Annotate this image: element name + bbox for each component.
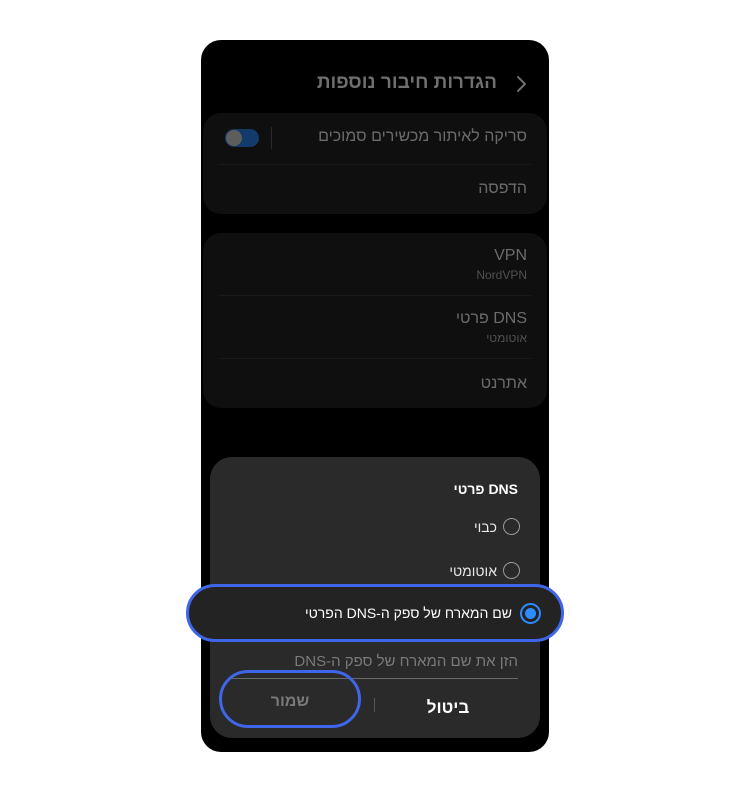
dialog-title: DNS פרטי: [453, 481, 518, 497]
button-divider: [374, 698, 375, 712]
private-dns-label: DNS פרטי: [455, 310, 527, 327]
back-chevron-icon[interactable]: [513, 74, 529, 94]
header: הגדרות חיבור נוספות: [201, 66, 549, 102]
phone-screen: הגדרות חיבור נוספות סריקה לאיתור מכשירים…: [201, 40, 549, 752]
nearby-scan-toggle[interactable]: [225, 129, 259, 147]
vpn-sub: NordVPN: [476, 268, 527, 282]
ethernet-row[interactable]: אתרנט: [219, 375, 527, 393]
network-card: VPN NordVPN DNS פרטי אוטומטי אתרנט: [203, 233, 547, 408]
radio-automatic[interactable]: [503, 562, 520, 579]
radio-off[interactable]: [503, 518, 520, 535]
option-hostname-label: שם המארח של ספק ה-DNS הפרטי: [305, 605, 512, 621]
option-off-label: כבוי: [474, 518, 497, 535]
row-divider: [219, 164, 531, 165]
cancel-button[interactable]: ביטול: [398, 693, 498, 723]
printing-row[interactable]: הדפסה: [219, 180, 527, 198]
nearby-scan-row[interactable]: סריקה לאיתור מכשירים סמוכים: [219, 128, 527, 146]
private-dns-row[interactable]: DNS פרטי אוטומטי: [219, 310, 527, 345]
row-divider: [219, 295, 531, 296]
toggle-knob: [226, 130, 242, 146]
option-off[interactable]: כבוי: [474, 518, 520, 535]
row-divider: [219, 358, 531, 359]
vpn-label: VPN: [494, 247, 527, 264]
ethernet-label: אתרנט: [480, 375, 527, 392]
option-hostname[interactable]: שם המארח של ספק ה-DNS הפרטי: [186, 584, 564, 642]
printing-label: הדפסה: [478, 180, 527, 197]
option-automatic[interactable]: אוטומטי: [449, 562, 520, 579]
radio-hostname-selected[interactable]: [520, 603, 541, 624]
nearby-scan-label: סריקה לאיתור מכשירים סמוכים: [318, 128, 527, 145]
save-button-highlight: [219, 670, 361, 728]
toggle-divider: [271, 127, 272, 149]
page-title: הגדרות חיבור נוספות: [316, 72, 497, 93]
vpn-row[interactable]: VPN NordVPN: [219, 247, 527, 282]
connection-settings-card: סריקה לאיתור מכשירים סמוכים הדפסה: [203, 113, 547, 214]
private-dns-sub: אוטומטי: [486, 331, 527, 345]
option-automatic-label: אוטומטי: [449, 562, 497, 579]
